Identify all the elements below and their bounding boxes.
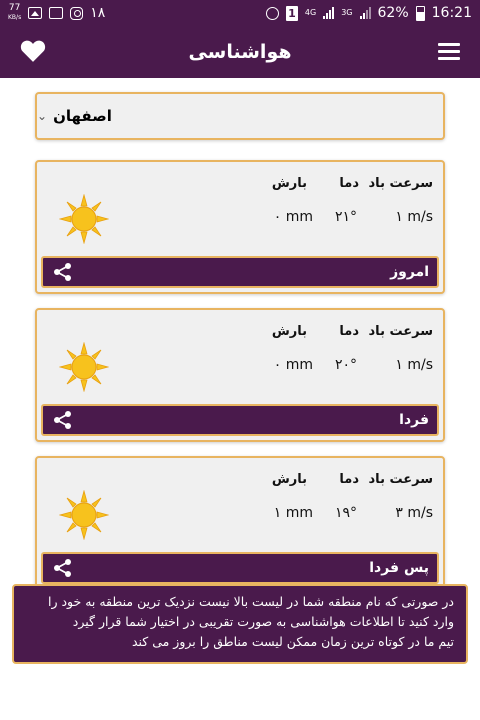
wind-value: ۱ m/s	[395, 209, 433, 225]
instagram-icon	[70, 6, 84, 20]
rain-header: بارش	[271, 324, 307, 339]
wind-header: سرعت باد	[368, 176, 433, 191]
forecast-card-today: سرعت باد دما بارش ۱ m/s ۲۱° ۰ mm امروز	[35, 160, 445, 294]
day-bar: امروز	[41, 256, 439, 288]
heart-icon[interactable]	[20, 39, 46, 63]
temp-value: ۱۹°	[334, 505, 357, 521]
battery-icon	[415, 5, 425, 21]
share-icon[interactable]	[53, 410, 73, 430]
notice-line-1: در صورتی که نام منطقه شما در لیست بالا ن…	[47, 594, 454, 609]
forecast-card-tomorrow: سرعت باد دما بارش ۱ m/s ۲۰° ۰ mm فردا	[35, 308, 445, 442]
day-label: فردا	[399, 412, 429, 428]
signal-icon	[323, 7, 335, 19]
speed-unit: KB/s	[8, 14, 22, 21]
share-icon[interactable]	[53, 262, 73, 282]
city-dropdown[interactable]: اصفهان ⌄	[35, 92, 445, 140]
app-bar: هواشناسی	[0, 26, 480, 78]
day-bar: پس فردا	[41, 552, 439, 584]
hamburger-menu-icon[interactable]	[438, 43, 460, 61]
sim-icon: 1	[285, 5, 298, 21]
gallery-notification-icon	[28, 7, 43, 19]
day-label: امروز	[390, 264, 429, 280]
chevron-down-icon: ⌄	[37, 109, 48, 123]
notice-line-3: تیم ما در کوتاه ترین زمان ممکن لیست مناط…	[131, 634, 454, 649]
sun-icon	[59, 342, 109, 392]
forecast-card-day-after: سرعت باد دما بارش ۳ m/s ۱۹° ۱ mm پس فردا	[35, 456, 445, 590]
wind-value: ۱ m/s	[395, 357, 433, 373]
network-speed: 77 KB/s	[8, 4, 21, 22]
alarm-icon	[265, 6, 279, 20]
temp-header: دما	[339, 324, 359, 339]
wind-header: سرعت باد	[368, 324, 433, 339]
status-right: 1 4G 3G 62% 16:21	[265, 5, 472, 21]
share-icon[interactable]	[53, 558, 73, 578]
signal-icon-2	[359, 7, 371, 19]
rain-value: ۰ mm	[273, 209, 313, 225]
sun-icon	[59, 490, 109, 540]
message-notification-icon	[49, 7, 64, 19]
region-notice: در صورتی که نام منطقه شما در لیست بالا ن…	[12, 584, 468, 664]
wind-header: سرعت باد	[368, 472, 433, 487]
sun-icon	[59, 194, 109, 244]
rain-value: ۰ mm	[273, 357, 313, 373]
wind-value: ۳ m/s	[395, 505, 433, 521]
rain-header: بارش	[271, 176, 307, 191]
battery-percent: 62%	[377, 5, 409, 21]
temp-value: ۲۰°	[334, 357, 357, 373]
temp-value: ۲۱°	[334, 209, 357, 225]
day-label: پس فردا	[369, 560, 429, 576]
temp-header: دما	[339, 176, 359, 191]
rain-value: ۱ mm	[273, 505, 313, 521]
clock: 16:21	[431, 5, 472, 21]
status-left: 77 KB/s ۱۸	[8, 4, 105, 22]
day-bar: فردا	[41, 404, 439, 436]
network-3g: 3G	[341, 8, 353, 17]
status-bar: 77 KB/s ۱۸ 1 4G 3G 62% 16:21	[0, 0, 480, 26]
temp-header: دما	[339, 472, 359, 487]
notification-count: ۱۸	[90, 5, 106, 21]
network-4g: 4G	[304, 8, 317, 17]
rain-header: بارش	[271, 472, 307, 487]
speed-value: 77	[8, 3, 21, 13]
city-selected-value: اصفهان	[53, 107, 112, 125]
page-title: هواشناسی	[188, 41, 292, 63]
notice-line-2: وارد کنید تا اطلاعات هواشناسی به صورت تق…	[72, 614, 454, 629]
